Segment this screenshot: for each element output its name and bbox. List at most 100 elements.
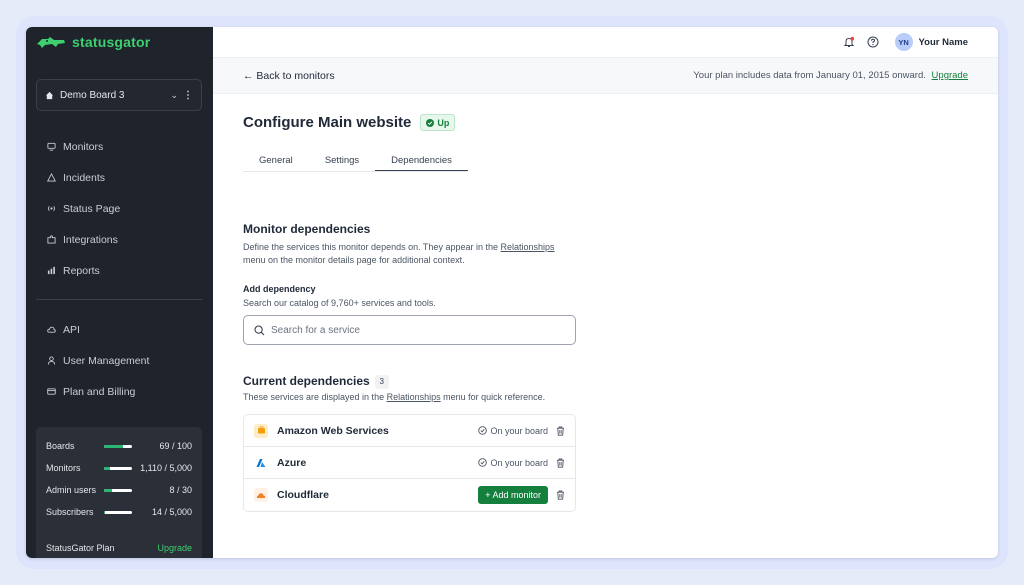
- tab-general[interactable]: General: [243, 152, 309, 171]
- top-bar: YN Your Name: [213, 27, 998, 58]
- plan-note: Your plan includes data from January 01,…: [693, 70, 968, 81]
- usage-row-admin-users: Admin users 8 / 30: [46, 479, 192, 501]
- current-dependencies-description: These services are displayed in the Rela…: [243, 391, 545, 404]
- bell-icon[interactable]: [843, 36, 855, 48]
- usage-label: Monitors: [46, 463, 81, 473]
- back-to-monitors-link[interactable]: ← Back to monitors: [243, 70, 335, 82]
- sidebar-item-monitors[interactable]: Monitors: [26, 131, 213, 162]
- search-icon: [254, 324, 265, 335]
- sidebar-divider: [36, 299, 202, 300]
- usage-bar: [104, 488, 132, 492]
- usage-bar: [104, 466, 132, 470]
- relationships-link[interactable]: Relationships: [500, 242, 554, 252]
- dependency-count-badge: 3: [374, 374, 389, 389]
- aws-logo-icon: [254, 423, 268, 438]
- usage-bar: [104, 510, 132, 514]
- sidebar-item-label: Status Page: [63, 202, 121, 215]
- upgrade-link[interactable]: Upgrade: [932, 70, 968, 81]
- on-board-label: On your board: [490, 425, 548, 436]
- usage-panel: Boards 69 / 100 Monitors 1,110 / 5,000 A…: [36, 427, 202, 558]
- sidebar-item-user-management[interactable]: User Management: [26, 345, 213, 376]
- plan-upgrade-link[interactable]: Upgrade: [157, 543, 192, 553]
- usage-value: 69 / 100: [159, 441, 192, 451]
- avatar[interactable]: YN: [894, 33, 913, 51]
- sidebar-item-label: Plan and Billing: [63, 385, 136, 398]
- page-title: Configure Main website: [243, 114, 412, 131]
- tab-dependencies[interactable]: Dependencies: [375, 152, 468, 171]
- dependency-row-cloudflare: Cloudflare + Add monitor: [244, 479, 575, 511]
- search-field[interactable]: [243, 315, 576, 345]
- trash-icon[interactable]: [556, 426, 565, 436]
- puzzle-icon: [47, 235, 56, 244]
- description-text-cont: menu on the monitor details page for add…: [243, 255, 465, 265]
- add-monitor-button[interactable]: + Add monitor: [478, 486, 548, 504]
- home-icon: [45, 91, 54, 99]
- tab-settings[interactable]: Settings: [309, 152, 375, 171]
- trash-icon[interactable]: [556, 458, 565, 468]
- sidebar-item-reports[interactable]: Reports: [26, 255, 213, 286]
- primary-nav: Monitors Incidents Status Page Integrati…: [26, 131, 213, 286]
- board-selector[interactable]: Demo Board 3 ⌄ ⋮: [36, 79, 202, 111]
- sub-header: ← Back to monitors Your plan includes da…: [213, 58, 998, 94]
- bar-chart-icon: [47, 266, 55, 275]
- dependency-row-aws: Amazon Web Services On your board: [244, 415, 575, 447]
- check-circle-icon: [478, 458, 488, 467]
- dependency-name: Cloudflare: [277, 489, 329, 501]
- dependency-name: Amazon Web Services: [277, 424, 389, 437]
- dependency-name: Azure: [277, 456, 307, 469]
- search-input[interactable]: [271, 324, 551, 336]
- sidebar-item-label: Monitors: [63, 140, 104, 153]
- usage-bar-fill: [104, 488, 112, 492]
- on-board-status: On your board: [478, 426, 548, 436]
- app-logo[interactable]: statusgator: [36, 33, 150, 51]
- check-circle-icon: [426, 118, 435, 127]
- dependency-row-azure: Azure On your board: [244, 447, 575, 479]
- broadcast-icon: [48, 206, 55, 211]
- chevron-down-icon[interactable]: ⌄: [170, 90, 178, 101]
- board-name: Demo Board 3: [60, 89, 125, 101]
- alligator-logo-icon: [37, 37, 65, 48]
- plan-note-text: Your plan includes data from January 01,…: [693, 70, 926, 81]
- help-icon[interactable]: [867, 36, 879, 48]
- sidebar-item-label: Incidents: [63, 171, 106, 184]
- sidebar-item-label: Integrations: [63, 233, 118, 246]
- on-board-status: On your board: [478, 458, 548, 468]
- usage-bar-fill: [104, 466, 111, 470]
- usage-value: 1,110 / 5,000: [140, 463, 192, 473]
- sidebar-item-label: User Management: [63, 354, 150, 367]
- cloudflare-logo-icon: [254, 488, 268, 502]
- user-name[interactable]: Your Name: [919, 37, 968, 48]
- title-row: Configure Main website Up: [243, 114, 456, 131]
- sidebar-item-plan-billing[interactable]: Plan and Billing: [26, 376, 213, 407]
- usage-row-subscribers: Subscribers 14 / 5,000: [46, 501, 192, 523]
- sidebar-item-integrations[interactable]: Integrations: [26, 224, 213, 255]
- usage-bar: [104, 444, 132, 448]
- user-icon: [47, 356, 56, 365]
- description-text-cont: menu for quick reference.: [440, 392, 546, 402]
- secondary-nav: API User Management Plan and Billing: [26, 314, 213, 407]
- status-badge: Up: [420, 114, 456, 131]
- add-dependency-label: Add dependency: [243, 284, 316, 294]
- usage-value: 8 / 30: [169, 485, 192, 495]
- app-name: statusgator: [72, 34, 151, 50]
- sidebar-item-label: Reports: [63, 264, 100, 277]
- warning-icon: [47, 173, 56, 182]
- more-vertical-icon[interactable]: ⋮: [183, 90, 193, 101]
- usage-label: Boards: [46, 441, 75, 451]
- relationships-link[interactable]: Relationships: [387, 392, 441, 402]
- sidebar-item-status-page[interactable]: Status Page: [26, 193, 213, 224]
- plan-row: StatusGator Plan Upgrade: [46, 543, 192, 553]
- sidebar-item-api[interactable]: API: [26, 314, 213, 345]
- sidebar-item-label: API: [63, 323, 80, 336]
- monitor-icon: [47, 142, 56, 151]
- cloud-icon: [47, 326, 56, 333]
- description-text: Define the services this monitor depends…: [243, 242, 501, 252]
- app-window: statusgator Demo Board 3 ⌄ ⋮ Monitors In…: [26, 27, 998, 558]
- check-circle-icon: [478, 426, 488, 435]
- trash-icon[interactable]: [556, 490, 565, 500]
- tab-bar: General Settings Dependencies: [243, 152, 468, 172]
- plan-label: StatusGator Plan: [46, 543, 115, 553]
- add-dependency-help: Search our catalog of 9,760+ services an…: [243, 298, 436, 308]
- sidebar-item-incidents[interactable]: Incidents: [26, 162, 213, 193]
- sidebar: statusgator Demo Board 3 ⌄ ⋮ Monitors In…: [26, 27, 213, 558]
